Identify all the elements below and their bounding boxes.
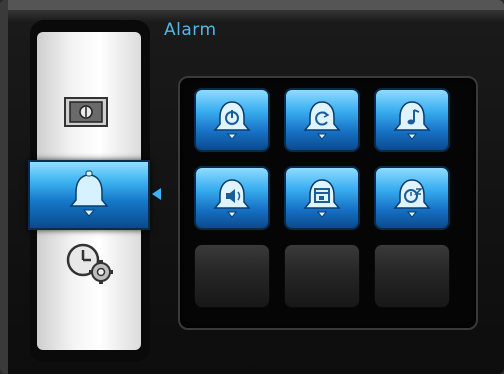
alarm-power-icon bbox=[213, 101, 251, 140]
frame-top-edge bbox=[0, 0, 504, 10]
alarm-bell-icon bbox=[69, 170, 109, 217]
clock-settings-icon bbox=[66, 243, 113, 284]
selection-pointer-icon bbox=[152, 188, 161, 200]
sidebar-item-alarm[interactable] bbox=[28, 160, 150, 230]
frame-left-edge bbox=[0, 0, 8, 374]
empty-tile bbox=[284, 244, 360, 308]
alarm-volume-icon bbox=[213, 179, 251, 218]
alarm-music-icon bbox=[393, 101, 431, 140]
alarm-calendar-icon bbox=[303, 179, 341, 218]
alarm-tile-repeat[interactable] bbox=[284, 88, 360, 152]
alarm-tile-snooze[interactable] bbox=[374, 166, 450, 230]
alarm-tile-power[interactable] bbox=[194, 88, 270, 152]
screen: Alarm bbox=[0, 0, 504, 374]
alarm-tile-calendar[interactable] bbox=[284, 166, 360, 230]
alarm-repeat-icon bbox=[303, 101, 341, 140]
display-icon bbox=[64, 97, 108, 127]
sidebar-item-clock-settings[interactable] bbox=[60, 238, 120, 288]
alarm-tile-volume[interactable] bbox=[194, 166, 270, 230]
empty-tile bbox=[194, 244, 270, 308]
sidebar-item-display[interactable] bbox=[60, 92, 112, 132]
empty-tile bbox=[374, 244, 450, 308]
alarm-tile-music[interactable] bbox=[374, 88, 450, 152]
page-title: Alarm bbox=[164, 20, 217, 40]
alarm-snooze-icon bbox=[393, 179, 431, 218]
